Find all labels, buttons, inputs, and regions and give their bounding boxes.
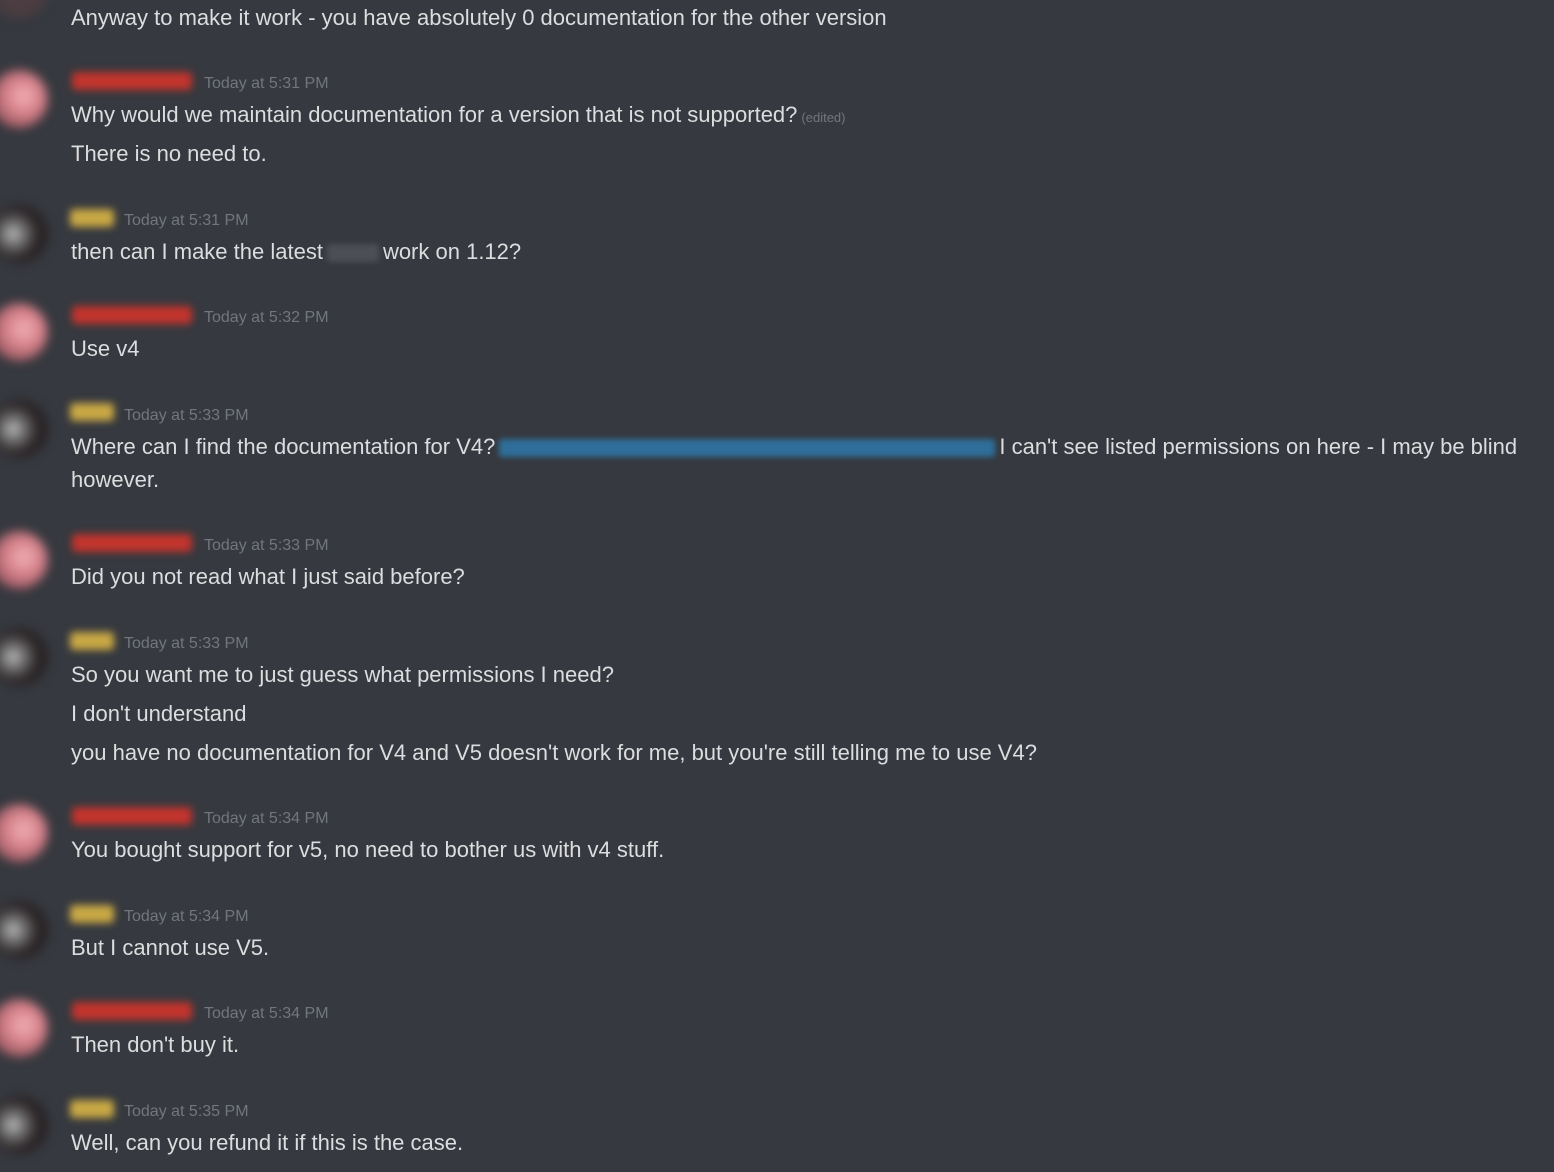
chat-message-list: Anyway to make it work - you have absolu… [0, 0, 1554, 1172]
message-text: Use v4 [71, 336, 140, 361]
message-text: I don't understand [71, 701, 247, 726]
message-text: There is no need to. [71, 141, 267, 166]
message-text-body: then can I make the latest [71, 239, 323, 264]
username-redacted[interactable] [70, 1100, 114, 1118]
username-redacted[interactable] [72, 1002, 192, 1020]
message-timestamp: Today at 5:32 PM [204, 309, 329, 326]
username-redacted[interactable] [72, 534, 192, 552]
avatar[interactable] [0, 303, 48, 361]
avatar[interactable] [0, 400, 48, 458]
message-timestamp: Today at 5:35 PM [124, 1103, 249, 1120]
message-timestamp: Today at 5:31 PM [204, 75, 329, 92]
avatar[interactable] [0, 628, 48, 686]
avatar[interactable] [0, 531, 48, 589]
message-timestamp: Today at 5:31 PM [124, 212, 249, 229]
message-text: But I cannot use V5. [71, 935, 270, 960]
message-text: Why would we maintain documentation for … [71, 101, 845, 132]
username-redacted[interactable] [72, 306, 192, 324]
username-redacted[interactable] [72, 72, 192, 90]
message-text: Anyway to make it work - you have absolu… [71, 5, 887, 30]
message-text-body: work on 1.12? [382, 239, 522, 264]
avatar[interactable] [0, 901, 48, 959]
message-timestamp: Today at 5:34 PM [124, 908, 249, 925]
message-text: So you want me to just guess what permis… [71, 662, 614, 687]
message-timestamp: Today at 5:34 PM [204, 810, 329, 827]
message-timestamp: Today at 5:33 PM [124, 635, 249, 652]
message-timestamp: Today at 5:33 PM [124, 407, 249, 424]
message-timestamp: Today at 5:33 PM [204, 537, 329, 554]
message-timestamp: Today at 5:34 PM [204, 1005, 329, 1022]
username-redacted[interactable] [70, 905, 114, 923]
username-redacted[interactable] [70, 632, 114, 650]
avatar[interactable] [0, 804, 48, 862]
avatar[interactable] [0, 205, 48, 263]
message-text: however. [71, 467, 160, 492]
avatar[interactable] [0, 999, 48, 1057]
message-text: Well, can you refund it if this is the c… [71, 1130, 464, 1155]
message-text-body: Why would we maintain documentation for … [71, 102, 798, 127]
message-text-body: I can't see listed permissions on here -… [999, 434, 1518, 459]
message-text: You bought support for v5, no need to bo… [71, 837, 665, 862]
redacted-link[interactable] [499, 439, 996, 458]
avatar[interactable] [0, 70, 48, 128]
message-text-body: Where can I find the documentation for V… [71, 434, 496, 459]
username-redacted[interactable] [72, 807, 192, 825]
message-text: Where can I find the documentation for V… [71, 433, 1517, 461]
username-redacted[interactable] [70, 403, 114, 421]
redacted-word [326, 244, 379, 263]
message-text: Then don't buy it. [71, 1032, 240, 1057]
message-text: then can I make the latest work on 1.12? [71, 238, 521, 266]
avatar[interactable] [0, 1096, 48, 1154]
username-redacted[interactable] [70, 209, 114, 227]
message-text: Did you not read what I just said before… [71, 564, 465, 589]
edited-indicator: (edited) [801, 110, 846, 125]
avatar[interactable] [0, 0, 48, 18]
message-text: you have no documentation for V4 and V5 … [71, 740, 1037, 765]
